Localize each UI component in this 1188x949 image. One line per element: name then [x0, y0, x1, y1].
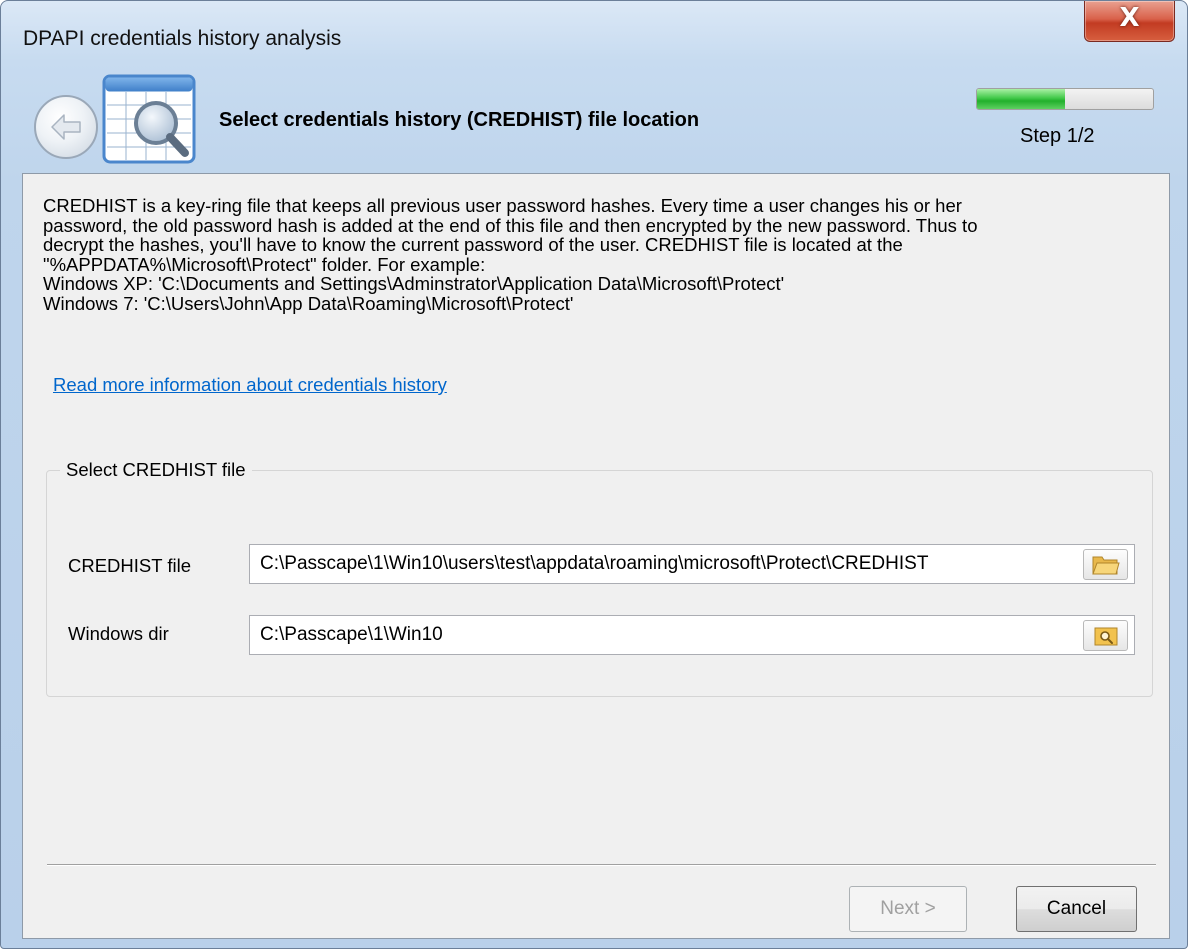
title-bar: DPAPI credentials history analysis X — [1, 1, 1187, 71]
content-panel: CREDHIST is a key-ring file that keeps a… — [22, 173, 1170, 939]
windows-dir-label: Windows dir — [68, 623, 169, 644]
description-line: "%APPDATA%\Microsoft\Protect" folder. Fo… — [43, 253, 486, 275]
groupbox-title: Select CREDHIST file — [60, 459, 252, 481]
credhist-file-label: CREDHIST file — [68, 555, 192, 576]
description-line: Windows XP: 'C:\Documents and Settings\A… — [43, 273, 785, 294]
back-button[interactable] — [34, 95, 98, 159]
wizard-window: DPAPI credentials history analysis X Sel… — [0, 0, 1188, 949]
description-line: Windows 7: 'C:\Users\John\App Data\Roami… — [43, 292, 574, 314]
windows-dir-input[interactable] — [249, 615, 1135, 655]
description-line: CREDHIST is a key-ring file that keeps a… — [43, 195, 962, 216]
step-label: Step 1/2 — [1020, 125, 1095, 147]
close-button[interactable]: X — [1084, 1, 1175, 42]
step-progress-fill — [977, 89, 1065, 109]
folder-open-icon — [1092, 556, 1120, 575]
wizard-step-title: Select credentials history (CREDHIST) fi… — [219, 109, 700, 131]
credhist-groupbox: Select CREDHIST file CREDHIST file Windo… — [46, 459, 1153, 697]
description-line: password, the old password hash is added… — [43, 214, 978, 236]
credhist-file-input[interactable] — [249, 544, 1135, 584]
next-button[interactable]: Next > — [849, 886, 967, 932]
more-info-link[interactable]: Read more information about credentials … — [53, 374, 447, 396]
description-line: decrypt the hashes, you'll have to know … — [43, 234, 903, 255]
description: CREDHIST is a key-ring file that keeps a… — [43, 196, 1153, 313]
footer-separator — [47, 864, 1156, 866]
step-progress-bar — [976, 88, 1154, 110]
browse-credhist-button[interactable] — [1083, 549, 1128, 580]
cancel-button[interactable]: Cancel — [1016, 886, 1137, 932]
folder-search-icon — [1094, 627, 1118, 646]
back-arrow-icon — [51, 114, 81, 140]
browse-windows-dir-button[interactable] — [1083, 620, 1128, 651]
window-title: DPAPI credentials history analysis — [23, 27, 342, 50]
close-icon: X — [1119, 3, 1140, 33]
table-magnifier-icon — [102, 74, 196, 164]
